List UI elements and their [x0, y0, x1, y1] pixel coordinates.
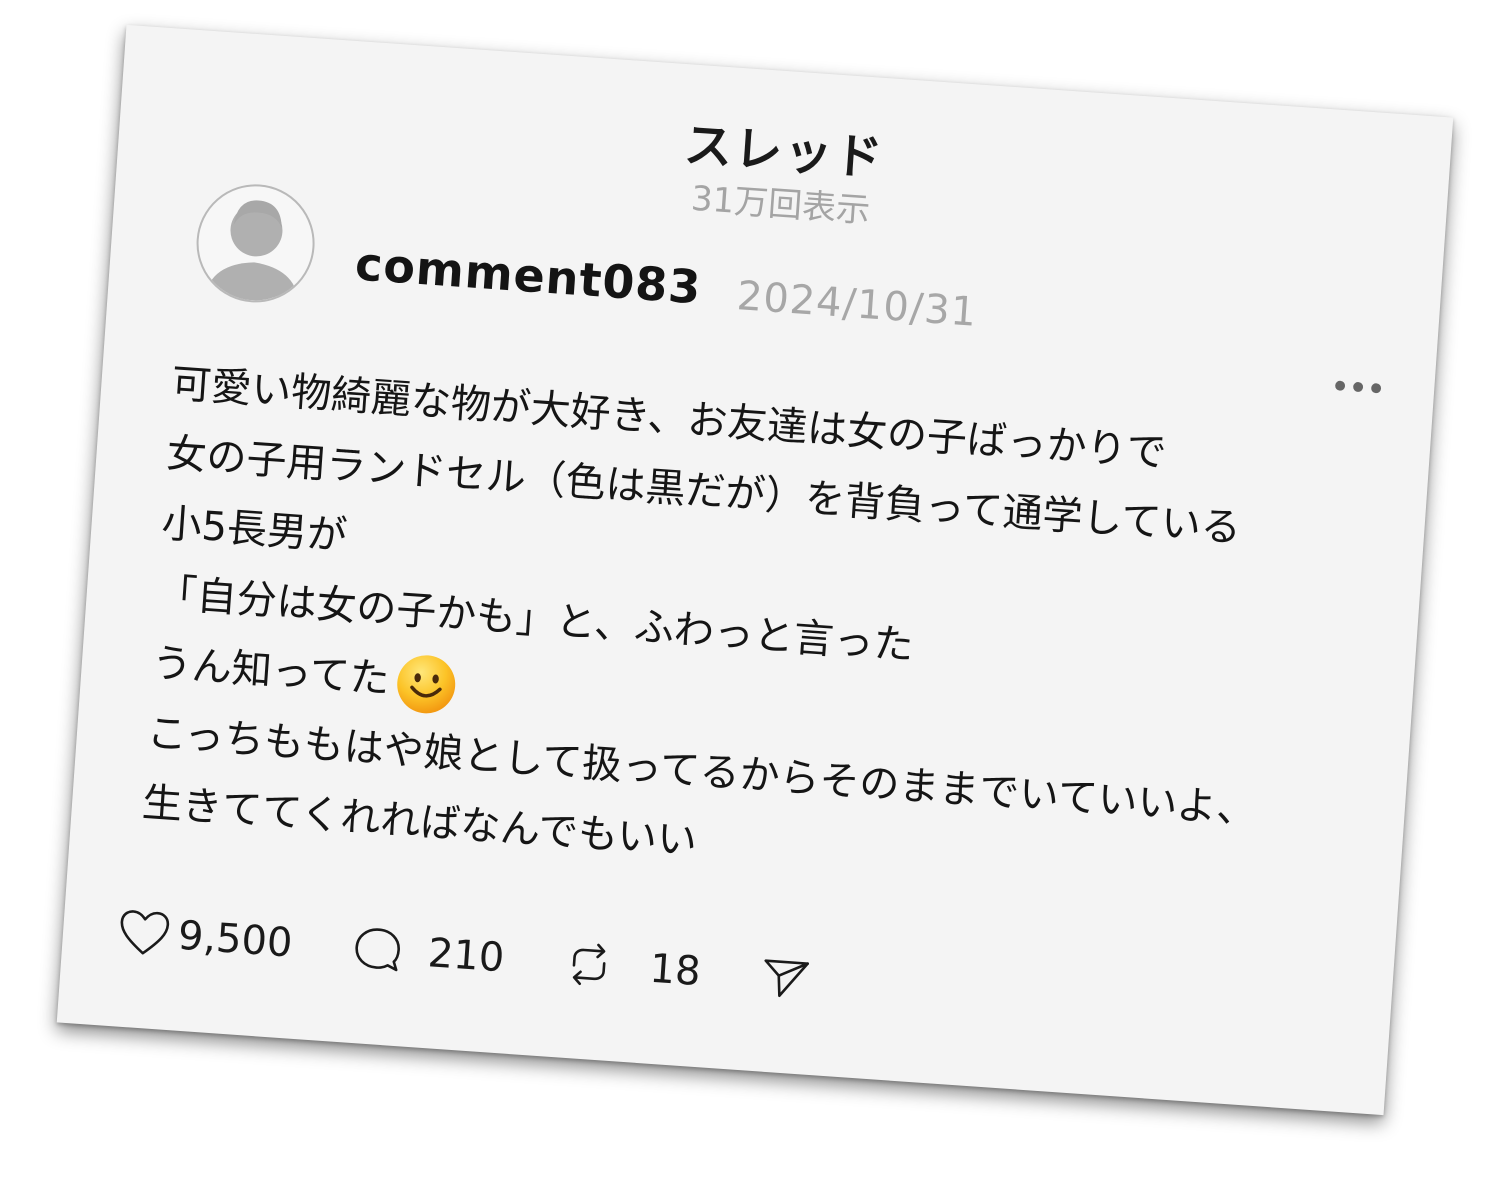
share-button[interactable]	[759, 952, 812, 1003]
more-options-button[interactable]: •••	[1329, 367, 1386, 411]
action-bar: 9,500 210 18	[116, 902, 872, 1014]
comment-button[interactable]: 210	[351, 924, 506, 983]
default-avatar-icon	[204, 200, 299, 304]
post-body: 可愛い物綺麗な物が大好き、お友達は女の子ばっかりで 女の子用ランドセル（色は黒だ…	[140, 349, 1371, 922]
smiling-face-emoji	[393, 651, 459, 717]
like-button[interactable]: 9,500	[117, 908, 294, 968]
post-date: 2024/10/31	[735, 273, 979, 336]
heart-icon	[120, 910, 170, 955]
send-icon	[764, 959, 809, 998]
repost-count: 18	[648, 945, 703, 996]
repost-icon	[572, 943, 606, 986]
stage: スレッド 31万回表示 comment083 2024/10/31 ••• 可愛…	[0, 0, 1500, 1200]
avatar[interactable]	[192, 180, 319, 307]
header: スレッド 31万回表示	[116, 80, 1450, 272]
username[interactable]: comment083	[354, 236, 704, 314]
post-text-line: うん知ってた	[150, 640, 392, 703]
threads-post-card: スレッド 31万回表示 comment083 2024/10/31 ••• 可愛…	[56, 24, 1454, 1116]
speech-bubble-icon	[354, 928, 400, 972]
repost-button[interactable]: 18	[562, 939, 702, 996]
comment-count: 210	[426, 930, 506, 982]
like-count: 9,500	[176, 912, 294, 967]
